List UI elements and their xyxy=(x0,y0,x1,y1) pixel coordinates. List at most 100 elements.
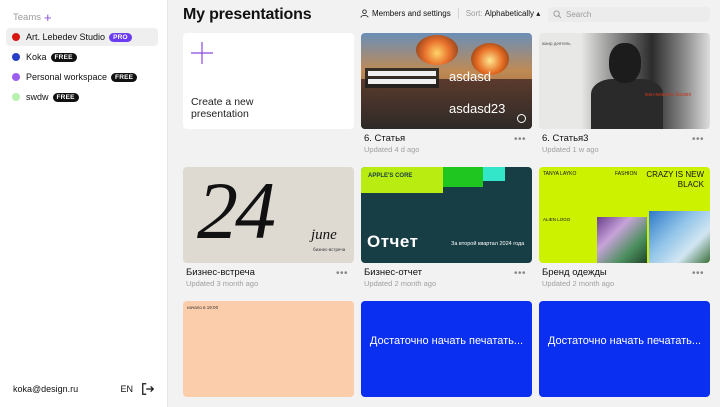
form-field xyxy=(368,71,436,76)
presentation-thumbnail[interactable]: TANYA LAYKO FASHION CRAZY IS NEW BLACK A… xyxy=(539,167,710,263)
presentation-thumbnail[interactable]: 24 june бизнес-встреча xyxy=(183,167,354,263)
circle-icon xyxy=(517,114,526,123)
presentation-thumbnail[interactable]: Достаточно начать печатать... xyxy=(361,301,532,397)
more-options-icon[interactable]: ••• xyxy=(692,268,704,279)
divider xyxy=(457,8,459,19)
search-icon xyxy=(553,10,562,19)
team-list: Art. Lebedev Studio PRO Koka FREE Person… xyxy=(6,28,158,108)
new-presentation-tile[interactable]: Create a new presentation xyxy=(183,33,354,129)
team-name: Art. Lebedev Studio xyxy=(26,32,106,42)
thumb-caption: бизнес-встреча xyxy=(313,247,346,252)
color-block xyxy=(443,167,483,187)
team-color-dot xyxy=(12,93,20,101)
more-options-icon[interactable]: ••• xyxy=(514,268,526,279)
members-label: Members and settings xyxy=(372,9,451,18)
more-options-icon[interactable]: ••• xyxy=(692,134,704,145)
form-field xyxy=(368,79,436,84)
thumb-message: Достаточно начать печатать... xyxy=(369,335,524,347)
presentation-title[interactable]: Бизнес-отчет xyxy=(364,267,422,278)
presentation-title[interactable]: 6. Статья3 xyxy=(542,133,588,144)
presentation-thumbnail[interactable]: Достаточно начать печатать... xyxy=(539,301,710,397)
thumb-caption: жанр деятель xyxy=(542,41,571,46)
thumb-text: asdasd23 xyxy=(449,101,506,116)
members-settings-button[interactable]: Members and settings xyxy=(360,9,451,18)
team-item-swdw[interactable]: swdw FREE xyxy=(6,88,158,106)
presentation-card[interactable]: APPLE'S CORE Отчет За второй квартал 202… xyxy=(361,167,532,295)
search-placeholder: Search xyxy=(566,10,592,19)
presentation-updated: Updated 4 d ago xyxy=(364,145,420,154)
plan-badge: PRO xyxy=(109,32,132,42)
page-title: My presentations xyxy=(183,6,312,23)
presentation-title[interactable]: Бизнес-встреча xyxy=(186,267,255,278)
portrait-body xyxy=(591,79,663,129)
presentation-card[interactable]: Достаточно начать печатать... xyxy=(361,301,532,397)
presentation-updated: Updated 2 month ago xyxy=(364,279,437,288)
new-presentation-label: Create a new presentation xyxy=(191,96,254,120)
presentation-title[interactable]: 6. Статья xyxy=(364,133,405,144)
presentation-card[interactable]: 24 june бизнес-встреча Бизнес-встреча Up… xyxy=(183,167,354,295)
plan-badge: FREE xyxy=(111,72,138,82)
sort-dropdown[interactable]: Alphabetically ▴ xyxy=(485,9,541,18)
team-color-dot xyxy=(12,33,20,41)
fashion-photo xyxy=(649,211,710,263)
presentation-thumbnail[interactable]: жанр деятель жан-мишель баския xyxy=(539,33,710,129)
teams-label: Teams xyxy=(13,12,41,23)
more-options-icon[interactable]: ••• xyxy=(336,268,348,279)
user-email: koka@design.ru xyxy=(13,384,79,394)
sidebar-footer: koka@design.ru EN xyxy=(13,382,155,396)
presentation-updated: Updated 2 month ago xyxy=(542,279,615,288)
presentation-updated: Updated 1 w ago xyxy=(542,145,599,154)
add-team-button[interactable]: + xyxy=(44,11,52,24)
search-input[interactable]: Search xyxy=(548,7,710,22)
plan-badge: FREE xyxy=(50,52,77,62)
thumb-brand: APPLE'S CORE xyxy=(368,173,413,179)
color-block xyxy=(483,167,505,181)
presentation-card[interactable]: Достаточно начать печатать... xyxy=(539,301,710,397)
team-item-koka[interactable]: Koka FREE xyxy=(6,48,158,66)
team-color-dot xyxy=(12,73,20,81)
team-name: Personal workspace xyxy=(26,72,108,82)
portrait-head xyxy=(609,43,641,83)
thumb-big-number: 24 xyxy=(197,167,276,256)
more-options-icon[interactable]: ••• xyxy=(514,134,526,145)
header-tools: Members and settings Sort: Alphabeticall… xyxy=(360,8,540,19)
thumb-heading: Отчет xyxy=(367,232,419,251)
plan-badge: FREE xyxy=(52,92,79,102)
thumb-text: asdasd xyxy=(449,69,491,84)
thumb-caption: начало в 19:00 xyxy=(187,305,219,310)
team-item-art-lebedev[interactable]: Art. Lebedev Studio PRO xyxy=(6,28,158,46)
form-graphic xyxy=(365,68,439,88)
presentation-card[interactable]: TANYA LAYKO FASHION CRAZY IS NEW BLACK A… xyxy=(539,167,710,295)
sidebar: Teams + Art. Lebedev Studio PRO Koka FRE… xyxy=(0,0,168,407)
explosion-graphic xyxy=(416,35,458,65)
thumb-author: TANYA LAYKO xyxy=(543,171,577,177)
presentation-thumbnail[interactable]: asdasd asdasd23 xyxy=(361,33,532,129)
person-icon xyxy=(360,9,369,18)
presentation-card[interactable]: asdasd asdasd23 6. Статья Updated 4 d ag… xyxy=(361,33,532,161)
team-name: Koka xyxy=(26,52,47,62)
new-presentation-card[interactable]: Create a new presentation xyxy=(183,33,354,129)
presentation-title[interactable]: Бренд одежды xyxy=(542,267,607,278)
color-block xyxy=(361,167,443,193)
logout-icon[interactable] xyxy=(141,382,155,396)
presentation-card[interactable]: начало в 19:00 xyxy=(183,301,354,397)
team-color-dot xyxy=(12,53,20,61)
presentation-thumbnail[interactable]: APPLE'S CORE Отчет За второй квартал 202… xyxy=(361,167,532,263)
plus-icon xyxy=(191,42,213,64)
team-item-personal-workspace[interactable]: Personal workspace FREE xyxy=(6,68,158,86)
thumb-message: Достаточно начать печатать... xyxy=(547,335,702,347)
language-switch[interactable]: EN xyxy=(120,384,133,394)
thumb-logo-text: ALIEN LOGO xyxy=(543,217,571,222)
presentation-thumbnail[interactable]: начало в 19:00 xyxy=(183,301,354,397)
team-name: swdw xyxy=(26,92,49,102)
thumb-category: FASHION xyxy=(615,171,637,177)
thumb-caption: За второй квартал 2024 года xyxy=(451,241,525,247)
presentation-card[interactable]: жанр деятель жан-мишель баския 6. Статья… xyxy=(539,33,710,161)
thumb-name-label: жан-мишель баския xyxy=(645,92,692,98)
fashion-photo xyxy=(597,217,647,263)
thumb-month: june xyxy=(311,227,337,243)
presentation-updated: Updated 3 month ago xyxy=(186,279,259,288)
sort-label: Sort: xyxy=(465,9,483,18)
teams-header: Teams + xyxy=(13,11,52,24)
thumb-headline: CRAZY IS NEW BLACK xyxy=(646,170,704,189)
